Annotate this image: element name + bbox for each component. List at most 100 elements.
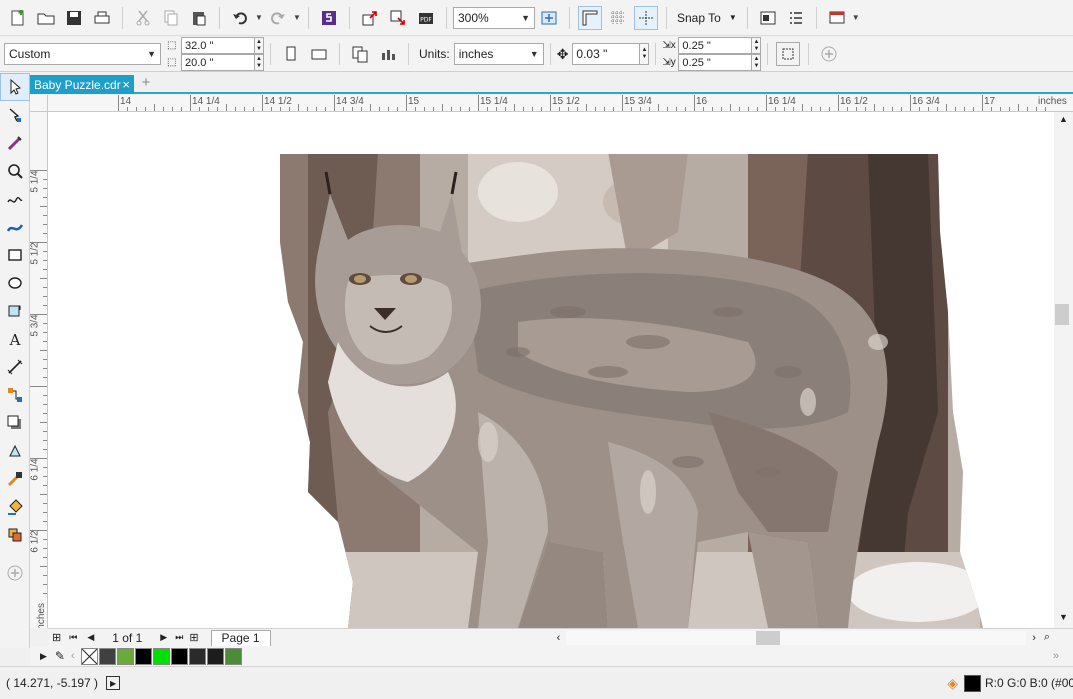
color-swatch[interactable] [206,647,224,665]
palette-expand-icon[interactable]: » [1053,650,1059,662]
first-page-icon[interactable]: ⏮ [69,632,77,643]
new-document-icon[interactable] [6,6,30,30]
page-height-field[interactable]: 20.0 " [181,54,255,71]
zoom-navigator-icon[interactable]: ⌕ [1044,631,1050,644]
no-color-swatch[interactable] [80,647,98,665]
page-tab[interactable]: Page 1 [210,629,271,646]
drawing-canvas[interactable] [48,112,1054,628]
current-page-icon[interactable] [376,42,400,66]
zoom-tool-icon[interactable] [0,157,30,185]
redo-dropdown-icon[interactable]: ▼ [292,6,302,30]
nudge-distance-field[interactable]: 0.03 " [572,43,641,65]
add-tab-button[interactable]: + [138,75,154,92]
save-icon[interactable] [62,6,86,30]
smart-fill-tool-icon[interactable] [0,521,30,549]
interactive-fill-tool-icon[interactable] [0,493,30,521]
import-icon[interactable] [358,6,382,30]
full-screen-preview-icon[interactable] [537,6,561,30]
play-icon[interactable]: ▶ [106,676,121,690]
application-launcher-icon[interactable] [784,6,808,30]
all-pages-icon[interactable] [348,42,372,66]
redo-icon[interactable] [266,6,290,30]
ruler-origin[interactable] [30,95,48,112]
horizontal-scrollbar[interactable] [566,630,1027,645]
color-swatch[interactable] [224,647,242,665]
export-icon[interactable] [386,6,410,30]
eyedropper-icon[interactable]: ✎ [55,649,65,663]
polygon-tool-icon[interactable] [0,297,30,325]
palette-scroll-icon[interactable]: ▶ [40,651,47,662]
search-content-icon[interactable] [317,6,341,30]
rectangle-tool-icon[interactable] [0,241,30,269]
zoom-level-combo[interactable]: 300% ▼ [453,6,535,29]
vertical-ruler[interactable]: inches 5 1/4 5 1/2 5 3/4 6 6 1/4 6 1/2 [30,112,48,628]
add-page-before-icon[interactable]: ⊞ [52,631,61,644]
h-scroll-right-icon[interactable]: › [1032,632,1036,644]
horizontal-ruler[interactable]: inches 14 14 1/4 14 1/2 14 3/4 15 15 1/4 15 1/… [48,95,1073,112]
horizontal-scroll-thumb[interactable] [756,630,781,645]
h-scroll-left-icon[interactable]: ‹ [557,632,561,644]
palette-left-icon[interactable]: ‹ [71,650,75,662]
options-icon[interactable] [756,6,780,30]
lynx-artwork[interactable] [48,112,1054,628]
parallel-dimension-tool-icon[interactable] [0,353,30,381]
chevron-down-icon[interactable]: ▼ [851,6,861,30]
publish-pdf-icon[interactable]: PDF [414,6,438,30]
add-tool-icon[interactable] [0,559,30,587]
portrait-icon[interactable] [279,42,303,66]
color-swatch[interactable] [116,647,134,665]
copy-icon[interactable] [159,6,183,30]
fill-color-swatch[interactable] [964,674,981,692]
paste-icon[interactable] [187,6,211,30]
treat-as-filled-icon[interactable] [776,42,801,66]
color-swatch[interactable] [152,647,170,665]
duplicate-y-field[interactable]: 0.25 " [678,54,753,71]
document-tab[interactable]: Baby Puzzle.cdr × [30,75,134,94]
welcome-screen-icon[interactable] [825,6,849,30]
add-preset-icon[interactable] [817,42,841,66]
color-eyedropper-tool-icon[interactable] [0,465,30,493]
page-width-field[interactable]: 32.0 " [181,37,255,54]
color-swatch[interactable] [188,647,206,665]
page-width-spinner[interactable]: ▲ ▼ [255,37,264,54]
color-swatch[interactable] [98,647,116,665]
page-size-preset-combo[interactable]: Custom ▼ [4,43,161,65]
cut-icon[interactable] [131,6,155,30]
landscape-icon[interactable] [307,42,331,66]
color-swatch[interactable] [134,647,152,665]
add-page-after-icon[interactable]: ⊞ [189,631,198,644]
page-height-spinner[interactable]: ▲ ▼ [255,54,264,71]
close-icon[interactable]: × [122,77,130,92]
show-guidelines-icon[interactable] [634,5,658,30]
scroll-up-icon[interactable]: ▲ [1059,114,1068,124]
pick-tool-icon[interactable] [0,73,30,101]
drop-shadow-tool-icon[interactable] [0,409,30,437]
show-rulers-icon[interactable] [578,5,602,30]
undo-icon[interactable] [228,6,252,30]
ellipse-tool-icon[interactable] [0,269,30,297]
last-page-icon[interactable]: ⏭ [175,632,183,643]
nudge-spinner[interactable]: ▲ ▼ [640,43,650,65]
undo-dropdown-icon[interactable]: ▼ [254,6,264,30]
print-icon[interactable] [90,6,114,30]
shape-tool-icon[interactable] [0,101,30,129]
duplicate-y-spinner[interactable]: ▲ ▼ [752,54,762,71]
open-folder-icon[interactable] [34,6,58,30]
units-combo[interactable]: inches ▼ [453,43,544,65]
color-swatch[interactable] [170,647,188,665]
previous-page-icon[interactable]: ◀ [87,632,94,643]
connector-tool-icon[interactable] [0,381,30,409]
vertical-scrollbar[interactable]: ▲ ▼ [1054,112,1073,628]
freehand-tool-icon[interactable] [0,185,30,213]
scroll-down-icon[interactable]: ▼ [1059,612,1068,622]
crop-tool-icon[interactable] [0,129,30,157]
next-page-icon[interactable]: ▶ [160,632,167,643]
duplicate-x-spinner[interactable]: ▲ ▼ [752,37,762,54]
snap-to-button[interactable]: Snap To ▼ [673,6,741,30]
show-grid-icon[interactable] [606,6,630,30]
vertical-scroll-thumb[interactable] [1055,304,1069,325]
transparency-tool-icon[interactable] [0,437,30,465]
artistic-media-tool-icon[interactable] [0,213,30,241]
text-tool-icon[interactable]: A [0,325,30,353]
duplicate-x-field[interactable]: 0.25 " [678,37,753,54]
